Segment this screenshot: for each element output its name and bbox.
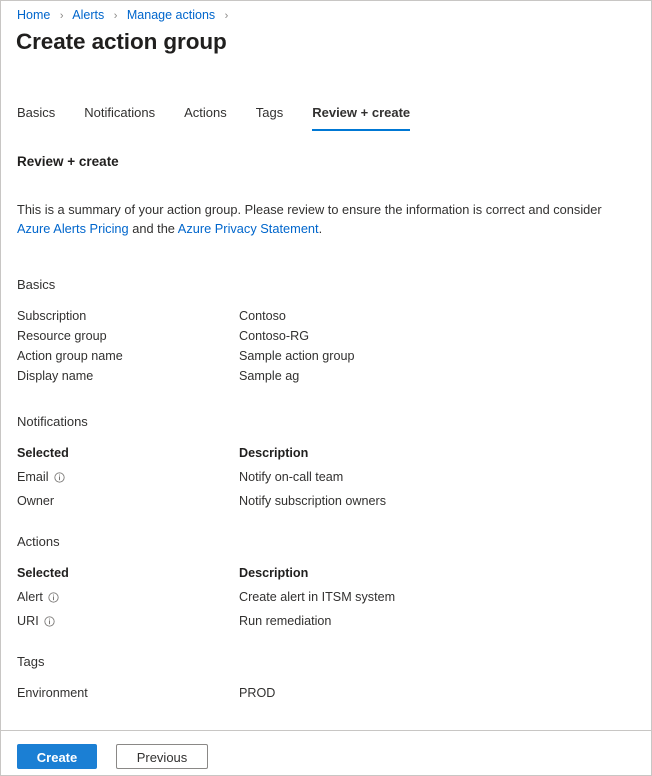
section-notifications: Notifications Selected Description Email… xyxy=(17,413,617,511)
table-row: Resource group Contoso-RG xyxy=(17,326,617,346)
row-label-text: URI xyxy=(17,611,39,631)
table-header-row: Selected Description xyxy=(17,443,617,463)
tab-notifications[interactable]: Notifications xyxy=(84,104,155,131)
info-icon[interactable] xyxy=(54,472,65,483)
breadcrumb: Home › Alerts › Manage actions › xyxy=(17,7,234,24)
row-value: PROD xyxy=(239,683,617,703)
table-row: URI Run remediation xyxy=(17,611,617,631)
row-label-text: Alert xyxy=(17,587,43,607)
row-value: Run remediation xyxy=(239,611,617,631)
breadcrumb-item-home[interactable]: Home xyxy=(17,8,50,22)
info-icon[interactable] xyxy=(48,592,59,603)
info-icon[interactable] xyxy=(44,616,55,627)
table-row: Action group name Sample action group xyxy=(17,346,617,366)
row-value: Notify subscription owners xyxy=(239,491,617,511)
table-row: Alert Create alert in ITSM system xyxy=(17,587,617,607)
chevron-right-icon: › xyxy=(114,10,118,22)
section-title-basics: Basics xyxy=(17,276,617,293)
tab-actions[interactable]: Actions xyxy=(184,104,227,131)
summary-description: This is a summary of your action group. … xyxy=(17,200,617,238)
table-row: Display name Sample ag xyxy=(17,366,617,386)
row-label: Alert xyxy=(17,587,239,607)
page-title: Create action group xyxy=(16,28,227,56)
chevron-right-icon-trailing: › xyxy=(225,10,229,22)
row-label: Environment xyxy=(17,683,239,703)
row-label: Display name xyxy=(17,366,239,386)
table-header-row: Selected Description xyxy=(17,563,617,583)
row-label: URI xyxy=(17,611,239,631)
create-button[interactable]: Create xyxy=(17,744,97,769)
table-row: Subscription Contoso xyxy=(17,306,617,326)
azure-privacy-statement-link[interactable]: Azure Privacy Statement xyxy=(178,221,319,236)
row-label: Subscription xyxy=(17,306,239,326)
table-row: Email Notify on-call team xyxy=(17,467,617,487)
breadcrumb-item-manage-actions[interactable]: Manage actions xyxy=(127,8,215,22)
column-header-description: Description xyxy=(239,443,617,463)
row-label-text: Owner xyxy=(17,491,54,511)
section-actions: Actions Selected Description Alert Creat… xyxy=(17,533,617,631)
row-value: Sample action group xyxy=(239,346,617,366)
row-label: Action group name xyxy=(17,346,239,366)
row-label-text: Email xyxy=(17,467,49,487)
row-value: Create alert in ITSM system xyxy=(239,587,617,607)
row-value: Contoso xyxy=(239,306,617,326)
row-label: Email xyxy=(17,467,239,487)
tab-review-create[interactable]: Review + create xyxy=(312,104,410,131)
row-value: Sample ag xyxy=(239,366,617,386)
column-header-selected: Selected xyxy=(17,563,239,583)
table-row: Environment PROD xyxy=(17,683,617,703)
row-value: Notify on-call team xyxy=(239,467,617,487)
tab-tags[interactable]: Tags xyxy=(256,104,283,131)
footer-divider xyxy=(1,730,651,731)
tab-list: Basics Notifications Actions Tags Review… xyxy=(17,104,410,131)
section-title-notifications: Notifications xyxy=(17,413,617,430)
tab-basics[interactable]: Basics xyxy=(17,104,55,131)
section-title-actions: Actions xyxy=(17,533,617,550)
review-create-heading: Review + create xyxy=(17,154,119,169)
create-action-group-blade: Home › Alerts › Manage actions › Create … xyxy=(0,0,652,776)
column-header-description: Description xyxy=(239,563,617,583)
table-row: Owner Notify subscription owners xyxy=(17,491,617,511)
azure-alerts-pricing-link[interactable]: Azure Alerts Pricing xyxy=(17,221,129,236)
summary-text-part-2: and the xyxy=(129,221,178,236)
breadcrumb-item-alerts[interactable]: Alerts xyxy=(72,8,104,22)
row-label: Resource group xyxy=(17,326,239,346)
summary-text-part-3: . xyxy=(319,221,323,236)
section-tags: Tags Environment PROD xyxy=(17,653,617,703)
summary-text-part-1: This is a summary of your action group. … xyxy=(17,202,602,217)
column-header-selected: Selected xyxy=(17,443,239,463)
row-value: Contoso-RG xyxy=(239,326,617,346)
footer-actions: Create Previous xyxy=(17,744,208,769)
section-basics: Basics Subscription Contoso Resource gro… xyxy=(17,276,617,386)
previous-button[interactable]: Previous xyxy=(116,744,208,769)
section-title-tags: Tags xyxy=(17,653,617,670)
chevron-right-icon: › xyxy=(60,10,64,22)
row-label: Owner xyxy=(17,491,239,511)
